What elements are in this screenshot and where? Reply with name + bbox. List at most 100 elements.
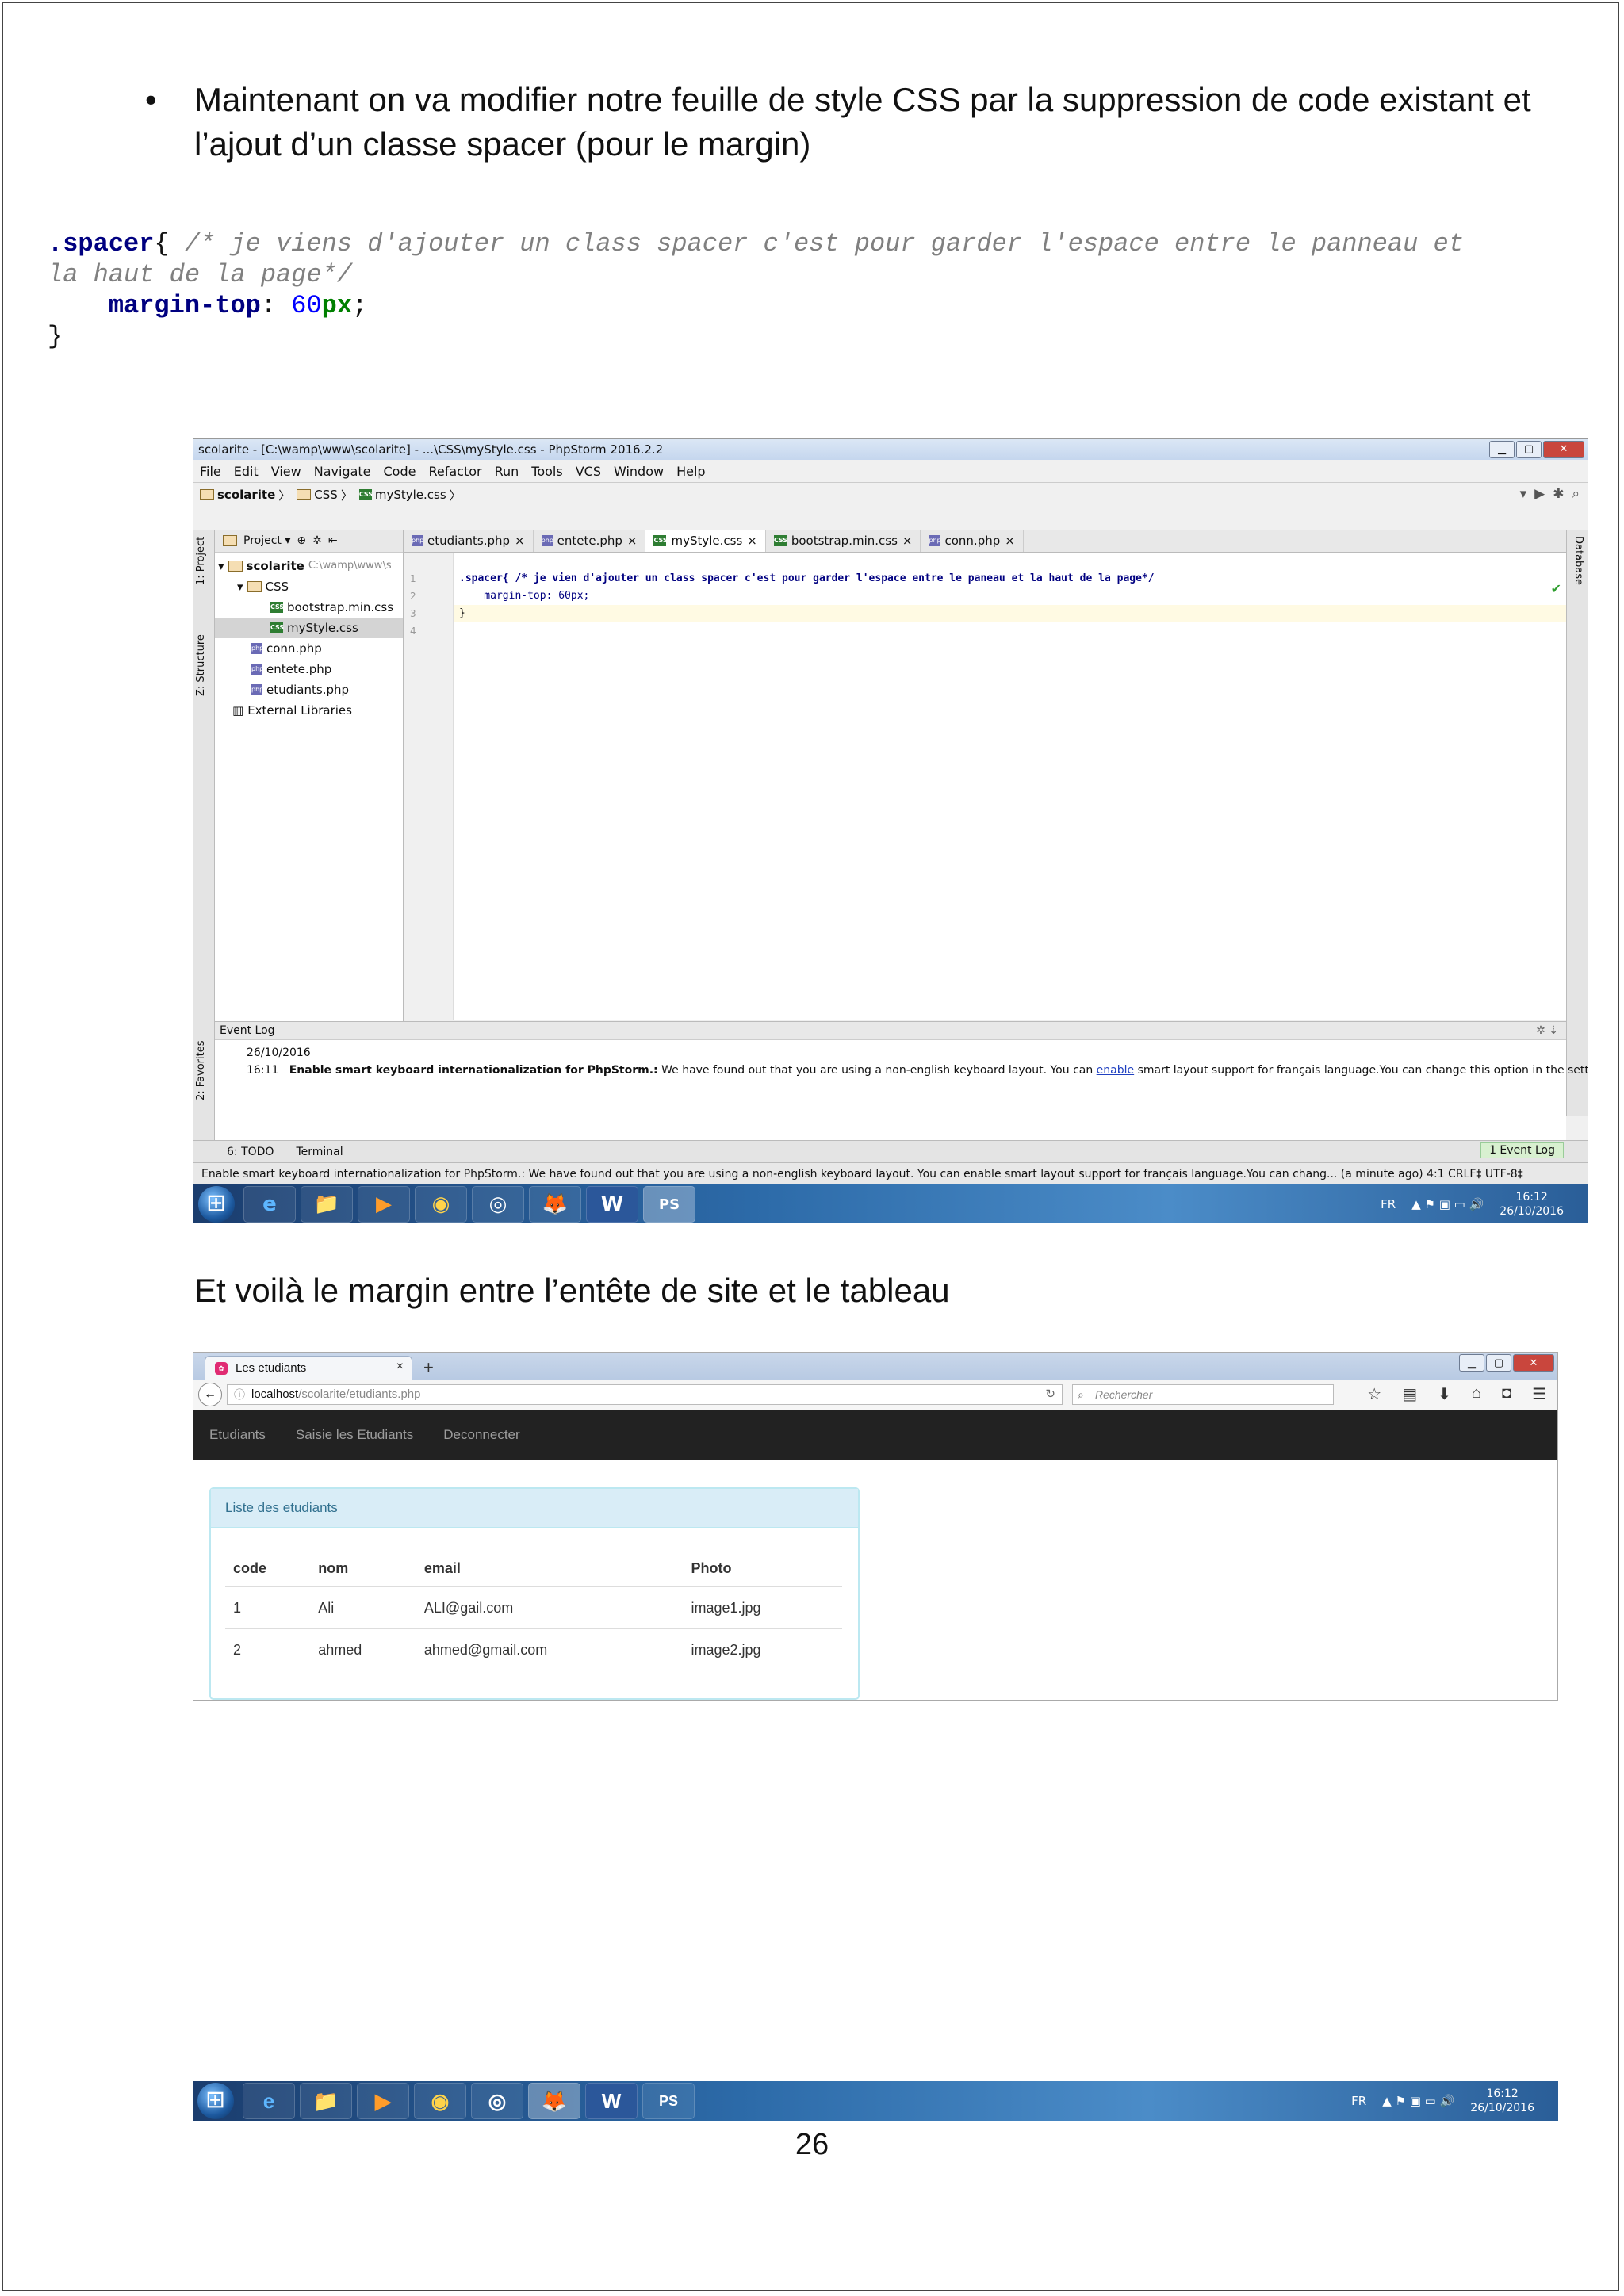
enable-link[interactable]: enable bbox=[1097, 1064, 1134, 1077]
chrome-icon[interactable]: ◉ bbox=[414, 2083, 466, 2119]
menu-run[interactable]: Run bbox=[495, 464, 519, 479]
minimize-button[interactable]: ▁ bbox=[1489, 441, 1515, 458]
home-icon[interactable]: ⌂ bbox=[1472, 1384, 1481, 1404]
firefox-icon[interactable]: 🦊 bbox=[528, 2083, 580, 2119]
clock[interactable]: 16:12 26/10/2016 bbox=[1470, 2087, 1534, 2115]
ie-icon[interactable]: e bbox=[243, 1186, 296, 1223]
chrome-icon[interactable]: ◉ bbox=[415, 1186, 467, 1223]
explorer-icon[interactable]: 📁 bbox=[301, 1186, 353, 1223]
gear-icon[interactable]: ✲ ⇣ bbox=[1536, 1022, 1558, 1039]
clock[interactable]: 16:12 26/10/2016 bbox=[1500, 1190, 1564, 1219]
tab-mystyle-css[interactable]: CSS myStyle.css × bbox=[645, 530, 766, 552]
nav-etudiants[interactable]: Etudiants bbox=[209, 1427, 266, 1443]
maximize-button[interactable]: ▢ bbox=[1516, 441, 1542, 458]
search-icon[interactable]: ⌕ bbox=[1572, 486, 1580, 502]
code-editor[interactable]: 1 2 3 4 .spacer{ /* je vien d'ajouter un… bbox=[404, 553, 1566, 1020]
menu-file[interactable]: File bbox=[200, 464, 221, 479]
menu-help[interactable]: Help bbox=[676, 464, 705, 479]
intro-paragraph: • Maintenant on va modifier notre feuill… bbox=[145, 78, 1558, 166]
explorer-icon[interactable]: 📁 bbox=[300, 2083, 352, 2119]
tree-item-bootstrap[interactable]: CSS bootstrap.min.css bbox=[215, 597, 403, 618]
media-player-icon[interactable]: ▶ bbox=[358, 1186, 410, 1223]
structure-tool-tab[interactable]: Z: Structure bbox=[195, 634, 207, 696]
tree-item-css[interactable]: ▾ CSS bbox=[215, 576, 403, 597]
close-icon[interactable]: × bbox=[1005, 534, 1015, 548]
info-icon[interactable]: ⓘ bbox=[234, 1385, 245, 1404]
tree-item-mystyle[interactable]: CSS myStyle.css bbox=[215, 618, 403, 638]
reading-list-icon[interactable]: ▤ bbox=[1402, 1384, 1417, 1404]
favorites-tool-tab[interactable]: 2: Favorites bbox=[195, 1040, 207, 1100]
start-button[interactable] bbox=[197, 2083, 234, 2119]
language-indicator[interactable]: FR bbox=[1381, 1197, 1396, 1211]
tray-icons[interactable]: ▲ ⚑ ▣ ▭ 🔊 bbox=[1382, 2094, 1454, 2108]
new-tab-button[interactable]: + bbox=[423, 1357, 434, 1378]
crumb-css[interactable]: CSS 〉 bbox=[297, 487, 353, 503]
search-input[interactable]: ⌕ Rechercher bbox=[1072, 1384, 1334, 1405]
menu-vcs[interactable]: VCS bbox=[576, 464, 601, 479]
menu-refactor[interactable]: Refactor bbox=[428, 464, 481, 479]
address-bar[interactable]: ⓘ localhost/scolarite/etudiants.php ↻ bbox=[227, 1384, 1063, 1405]
word-icon[interactable]: W bbox=[585, 2083, 638, 2119]
reload-icon[interactable]: ↻ bbox=[1045, 1385, 1055, 1404]
app-icon[interactable]: ◎ bbox=[472, 1186, 524, 1223]
close-icon[interactable]: × bbox=[747, 534, 757, 548]
close-icon[interactable]: × bbox=[902, 534, 913, 548]
project-view-dropdown[interactable]: Project ▾ bbox=[243, 534, 290, 547]
run-config-dropdown[interactable]: ▾ bbox=[1520, 486, 1527, 502]
tree-item-entete[interactable]: php entete.php bbox=[215, 659, 403, 679]
phpstorm-icon[interactable]: PS bbox=[643, 1186, 695, 1223]
run-icon[interactable]: ▶ bbox=[1534, 486, 1545, 502]
code-comment-line-1: /* je viens d'ajouter un class spacer c'… bbox=[184, 229, 1464, 258]
media-player-icon[interactable]: ▶ bbox=[357, 2083, 409, 2119]
maximize-button[interactable]: ▢ bbox=[1486, 1354, 1511, 1372]
tree-item-conn[interactable]: php conn.php bbox=[215, 638, 403, 659]
ie-icon[interactable]: e bbox=[243, 2083, 295, 2119]
menu-navigate[interactable]: Navigate bbox=[314, 464, 371, 479]
todo-tool-tab[interactable]: 6: TODO bbox=[227, 1146, 274, 1158]
settings-icon[interactable]: ✲ bbox=[312, 534, 322, 547]
menu-tools[interactable]: Tools bbox=[531, 464, 562, 479]
tab-conn-php[interactable]: php conn.php × bbox=[921, 530, 1024, 552]
event-log-tool-tab[interactable]: 1 Event Log bbox=[1480, 1142, 1564, 1158]
firefox-icon[interactable]: 🦊 bbox=[529, 1186, 581, 1223]
debug-icon[interactable]: ✱ bbox=[1553, 486, 1564, 502]
crumb-scolarite[interactable]: scolarite 〉 bbox=[200, 487, 290, 503]
terminal-tool-tab[interactable]: Terminal bbox=[296, 1146, 343, 1158]
close-button[interactable]: ✕ bbox=[1543, 441, 1584, 458]
menu-view[interactable]: View bbox=[271, 464, 301, 479]
crumb-mystyle[interactable]: CSS myStyle.css 〉 bbox=[358, 487, 462, 503]
menu-icon[interactable]: ☰ bbox=[1532, 1384, 1546, 1404]
app-icon[interactable]: ◎ bbox=[471, 2083, 523, 2119]
download-icon[interactable]: ⬇ bbox=[1438, 1384, 1451, 1404]
menu-edit[interactable]: Edit bbox=[234, 464, 259, 479]
menu-code[interactable]: Code bbox=[384, 464, 416, 479]
database-tool-tab[interactable]: Database bbox=[1572, 536, 1584, 585]
minimize-button[interactable]: ▁ bbox=[1459, 1354, 1484, 1372]
bookmark-star-icon[interactable]: ☆ bbox=[1367, 1384, 1381, 1404]
close-button[interactable]: ✕ bbox=[1513, 1354, 1554, 1372]
tray-icons[interactable]: ▲ ⚑ ▣ ▭ 🔊 bbox=[1411, 1197, 1484, 1211]
tab-entete-php[interactable]: php entete.php × bbox=[534, 530, 646, 552]
project-tool-tab[interactable]: 1: Project bbox=[195, 537, 207, 585]
browser-tab[interactable]: ✿ Les etudiants × bbox=[205, 1356, 412, 1380]
nav-saisie-etudiants[interactable]: Saisie les Etudiants bbox=[296, 1427, 413, 1443]
tab-etudiants-php[interactable]: php etudiants.php × bbox=[404, 530, 534, 552]
close-icon[interactable]: × bbox=[515, 534, 525, 548]
language-indicator[interactable]: FR bbox=[1351, 2094, 1366, 2108]
nav-deconnecter[interactable]: Deconnecter bbox=[443, 1427, 519, 1443]
pocket-icon[interactable]: ◘ bbox=[1502, 1384, 1511, 1404]
start-button[interactable] bbox=[198, 1186, 235, 1223]
word-icon[interactable]: W bbox=[586, 1186, 638, 1223]
tree-item-etudiants[interactable]: php etudiants.php bbox=[215, 679, 403, 700]
table-cell: image2.jpg bbox=[683, 1628, 842, 1670]
tab-bootstrap-css[interactable]: CSS bootstrap.min.css × bbox=[766, 530, 921, 552]
tree-item-external-libraries[interactable]: ▥ External Libraries bbox=[215, 700, 403, 721]
close-icon[interactable]: × bbox=[396, 1360, 404, 1374]
sync-icon[interactable]: ⊕ bbox=[297, 534, 306, 547]
menu-window[interactable]: Window bbox=[614, 464, 664, 479]
close-icon[interactable]: × bbox=[627, 534, 638, 548]
phpstorm-icon[interactable]: PS bbox=[642, 2083, 695, 2119]
collapse-icon[interactable]: ⇤ bbox=[328, 534, 338, 547]
tree-item-scolarite[interactable]: ▾ scolarite C:\wamp\www\s bbox=[215, 556, 403, 576]
back-button[interactable]: ← bbox=[198, 1383, 222, 1406]
